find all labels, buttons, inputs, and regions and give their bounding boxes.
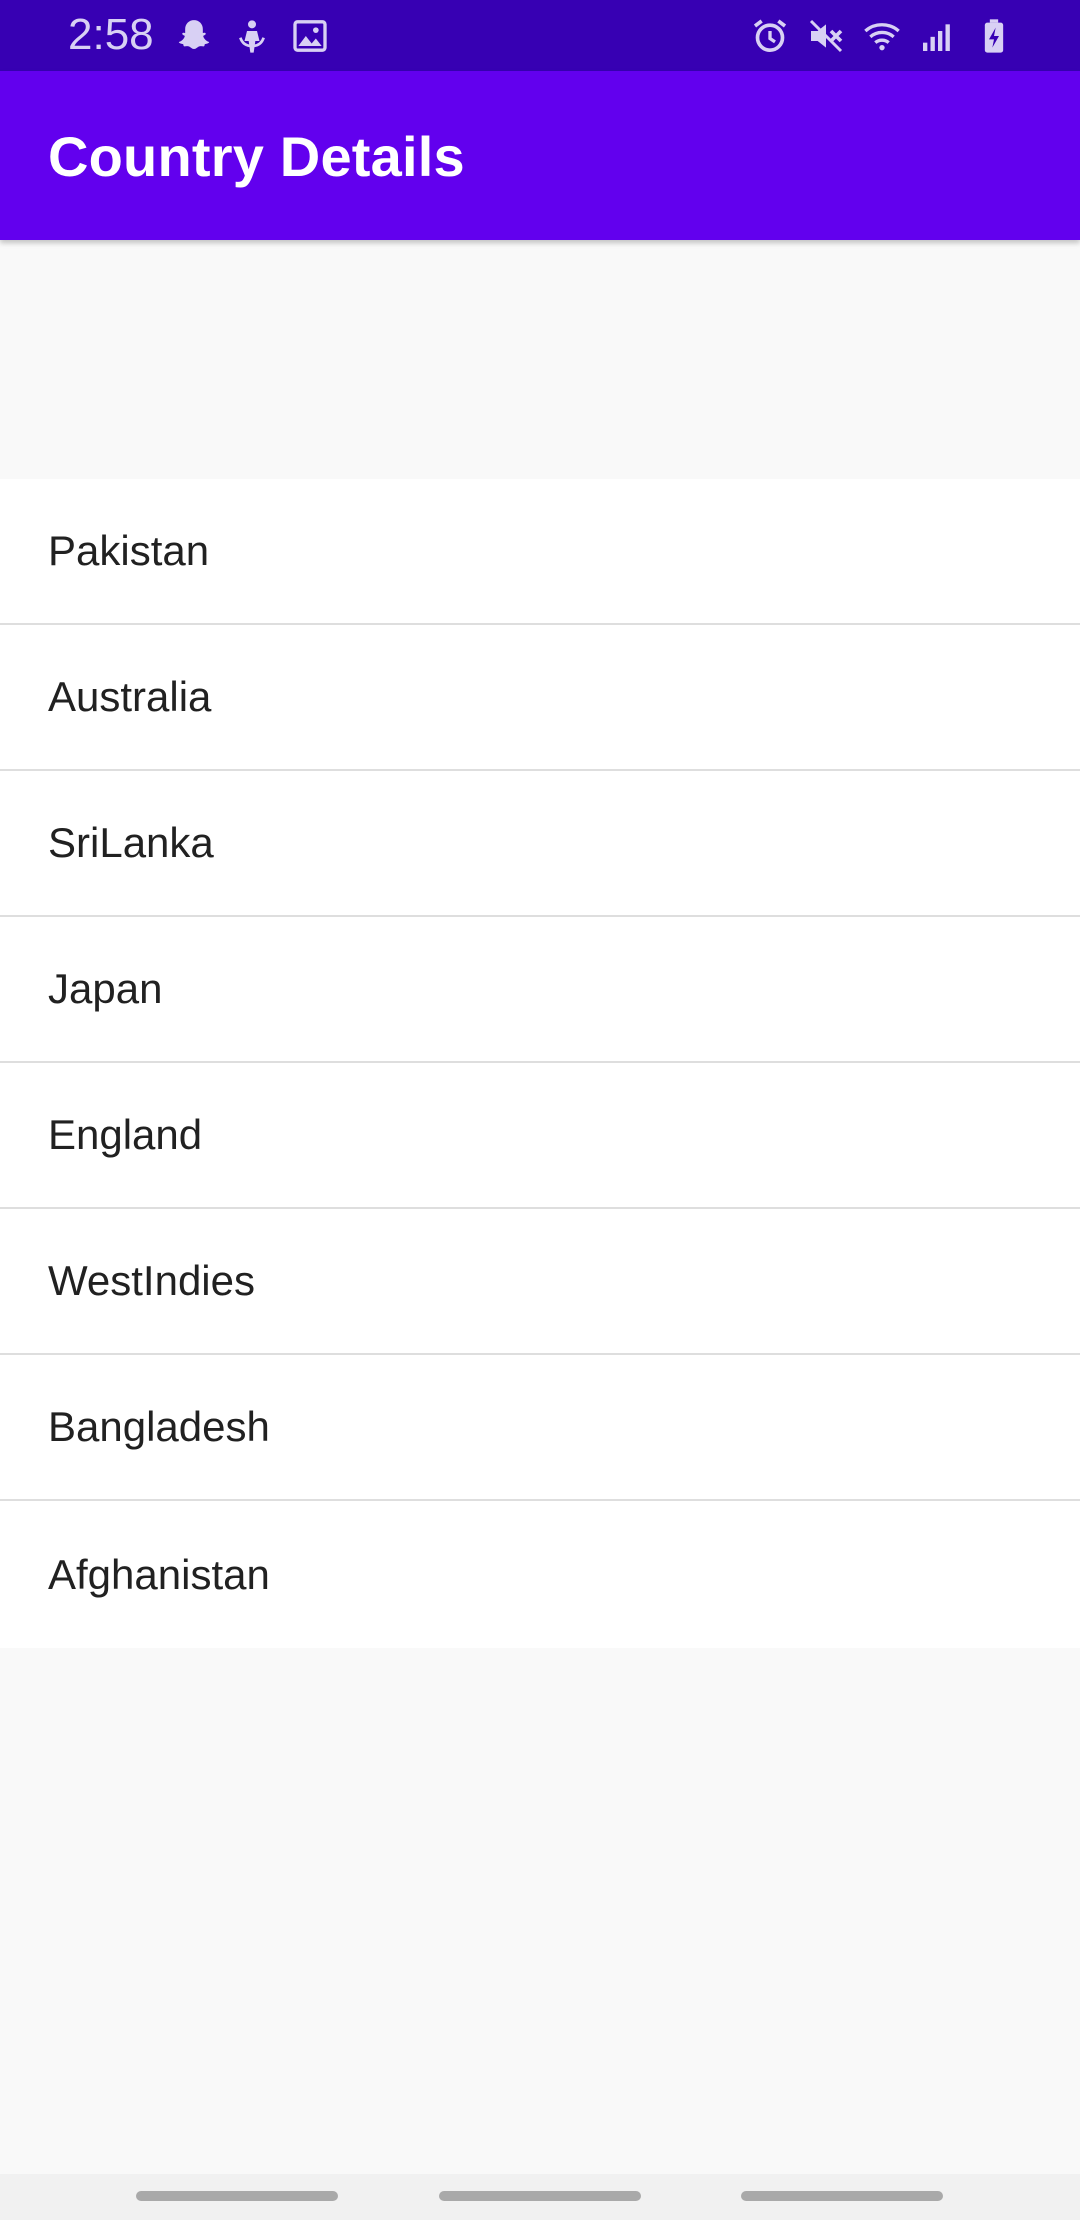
list-item[interactable]: SriLanka [0,771,1080,917]
list-item-label: England [48,1111,203,1158]
status-bar: 2:58 [0,0,1080,71]
alarm-icon [748,14,792,58]
page-title: Country Details [48,125,465,188]
list-item[interactable]: WestIndies [0,1209,1080,1355]
list-item-label: WestIndies [48,1257,255,1304]
list-item[interactable]: Afghanistan [0,1501,1080,1648]
list-item[interactable]: Pakistan [0,479,1080,625]
list-item[interactable]: Bangladesh [0,1355,1080,1501]
list-item-label: Japan [48,965,163,1012]
list-item[interactable]: England [0,1063,1080,1209]
recent-apps-button[interactable] [136,2191,338,2201]
list-item[interactable]: Australia [0,625,1080,771]
list-item-label: Pakistan [48,527,210,574]
signal-icon [916,14,960,58]
list-item-label: Afghanistan [48,1550,270,1598]
mute-icon [804,14,848,58]
wifi-icon [860,14,904,58]
battery-charging-icon [972,14,1016,58]
app-notification-icon [230,14,274,58]
list-item[interactable]: Japan [0,917,1080,1063]
list-item-label: Bangladesh [48,1403,270,1450]
list-item-label: SriLanka [48,819,214,866]
home-button[interactable] [439,2191,641,2201]
image-icon [288,14,332,58]
status-left-icons [172,14,332,58]
country-list: Pakistan Australia SriLanka Japan Englan… [0,479,1080,1648]
list-item-label: Australia [48,673,212,720]
status-right-icons [748,14,1016,58]
status-time: 2:58 [68,10,154,59]
app-bar: Country Details [0,71,1080,240]
navigation-bar [0,2174,1080,2220]
snapchat-icon [172,14,216,58]
screen: 2:58 Country Details Pakistan Australia … [0,0,1080,2220]
back-button[interactable] [741,2191,943,2201]
